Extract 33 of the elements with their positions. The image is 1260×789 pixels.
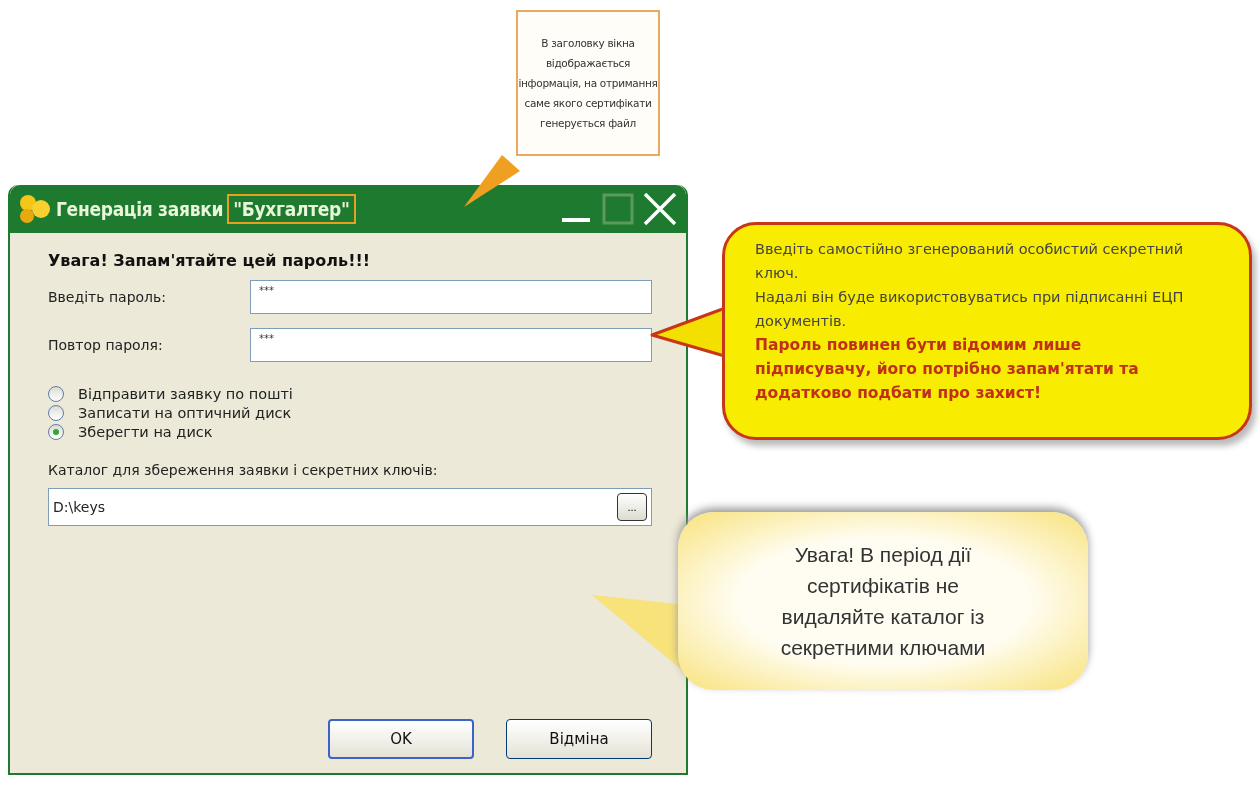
window-title: Генерація заявки <box>56 198 224 220</box>
radio-button[interactable] <box>48 386 64 402</box>
warning-heading: Увага! Запам'ятайте цей пароль!!! <box>48 251 372 270</box>
callout-text: відображається <box>545 56 631 71</box>
radio-label[interactable]: Зберегти на диск <box>78 424 213 440</box>
callout-text: саме якого сертифікати <box>524 96 652 111</box>
callout-text: сертифікатів не <box>806 573 960 599</box>
folder-field[interactable]: D:\keys ... <box>48 488 652 526</box>
field-label: Повтор пароля: <box>48 337 164 353</box>
callout-text: генерується файл <box>540 116 636 131</box>
browse-button[interactable]: ... <box>617 493 647 521</box>
callout-text: інформація, на отримання <box>518 76 658 91</box>
callout-text: Пароль повинен бути відомим лише підписувачу, його потрібно запам'ятати та додатково подбати про захист! <box>755 335 1140 404</box>
callout-pointer <box>464 155 520 207</box>
radio-label[interactable]: Відправити заявку по пошті <box>78 386 293 402</box>
ok-button[interactable]: OK <box>328 719 474 759</box>
window-title-highlight: "Бухгалтер" <box>227 194 356 224</box>
field-label: Введіть пароль: <box>48 289 167 305</box>
password-field[interactable]: *** <box>250 280 652 314</box>
password-field[interactable]: *** <box>250 328 652 362</box>
radio-label[interactable]: Записати на оптичний диск <box>78 405 292 421</box>
close-icon[interactable] <box>642 192 678 226</box>
callout-text: Введіть самостійно згенерований особистий секретний ключ. <box>755 240 1185 283</box>
cancel-button[interactable]: Відміна <box>506 719 652 759</box>
callout-text: секретними ключами <box>780 635 986 661</box>
honeycomb-icon <box>18 194 52 224</box>
callout-text: Увага! В період дії <box>794 542 972 568</box>
callout-text: Надалі він буде використовуватись при підписанні ЕЦП документів. <box>755 288 1185 331</box>
callout-text: В заголовку вікна <box>541 36 635 51</box>
callout-text: видаляйте каталог із <box>781 604 985 630</box>
radio-button[interactable] <box>48 405 64 421</box>
radio-button[interactable] <box>48 424 64 440</box>
folder-label: Каталог для збереження заявки і секретних ключів: <box>48 462 439 478</box>
